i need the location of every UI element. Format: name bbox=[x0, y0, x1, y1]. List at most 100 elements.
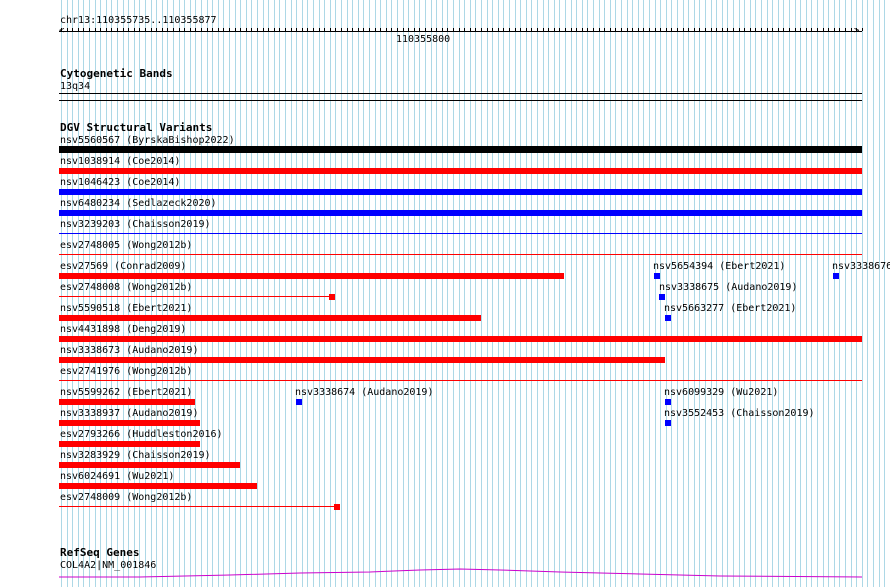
ruler-tick bbox=[386, 28, 387, 31]
ruler-tick bbox=[604, 28, 605, 31]
ruler-tick bbox=[632, 28, 633, 31]
ruler-location: chr13:110355735..110355877 bbox=[60, 15, 217, 26]
ruler-tick bbox=[335, 28, 336, 31]
variant-line-red[interactable] bbox=[59, 296, 332, 297]
ruler-tick bbox=[823, 28, 824, 31]
ruler-tick bbox=[778, 28, 779, 31]
grid-line bbox=[453, 0, 454, 587]
ruler-tick bbox=[257, 28, 258, 31]
ruler-tick bbox=[767, 28, 768, 31]
ruler-tick bbox=[464, 28, 465, 31]
ruler-tick bbox=[162, 28, 163, 31]
grid-line bbox=[828, 0, 829, 587]
ruler-tick bbox=[436, 28, 437, 31]
ruler-axis[interactable] bbox=[59, 31, 862, 32]
grid-line bbox=[319, 0, 320, 587]
ruler-tick bbox=[296, 28, 297, 31]
grid-line bbox=[750, 0, 751, 587]
variant-line-red[interactable] bbox=[59, 380, 862, 381]
grid-line bbox=[352, 0, 353, 587]
ruler-tick bbox=[151, 28, 152, 31]
grid-line bbox=[447, 0, 448, 587]
feature-label: esv2748009 (Wong2012b) bbox=[60, 492, 193, 503]
ruler-tick bbox=[610, 28, 611, 31]
ruler-tick bbox=[492, 28, 493, 31]
grid-line bbox=[716, 0, 717, 587]
feature-label: esv2748008 (Wong2012b) bbox=[60, 282, 193, 293]
grid-line bbox=[856, 0, 857, 587]
variant-bar-black[interactable] bbox=[59, 146, 862, 153]
ruler-tick bbox=[559, 28, 560, 31]
dgv-track-title[interactable]: DGV Structural Variants bbox=[60, 122, 212, 134]
variant-marker-blue[interactable] bbox=[665, 399, 671, 405]
ruler-tick bbox=[167, 28, 168, 31]
variant-line-blue[interactable] bbox=[59, 233, 862, 234]
variant-bar-red[interactable] bbox=[59, 483, 257, 489]
grid-line bbox=[498, 0, 499, 587]
ruler-tick bbox=[811, 28, 812, 31]
feature-label: nsv3552453 (Chaisson2019) bbox=[664, 408, 815, 419]
ruler-tick bbox=[302, 28, 303, 31]
variant-marker-blue[interactable] bbox=[296, 399, 302, 405]
ruler-tick bbox=[268, 28, 269, 31]
variant-bar-red[interactable] bbox=[59, 420, 200, 426]
grid-line bbox=[677, 0, 678, 587]
variant-marker-red[interactable] bbox=[334, 504, 340, 510]
ruler-tick bbox=[447, 28, 448, 31]
grid-line bbox=[800, 0, 801, 587]
variant-bar-red[interactable] bbox=[59, 462, 240, 468]
variant-marker-blue[interactable] bbox=[665, 315, 671, 321]
ruler-tick bbox=[834, 28, 835, 31]
variant-marker-blue[interactable] bbox=[659, 294, 665, 300]
ruler-tick bbox=[408, 28, 409, 31]
ruler-tick bbox=[156, 28, 157, 31]
variant-line-red[interactable] bbox=[59, 506, 337, 507]
grid-line bbox=[291, 0, 292, 587]
ruler-tick bbox=[229, 28, 230, 31]
feature-label: nsv1038914 (Coe2014) bbox=[60, 156, 181, 167]
grid-line bbox=[862, 0, 863, 587]
grid-line bbox=[599, 0, 600, 587]
variant-line-red[interactable] bbox=[59, 254, 862, 255]
grid-line bbox=[201, 0, 202, 587]
refseq-track-title[interactable]: RefSeq Genes bbox=[60, 547, 139, 559]
grid-line bbox=[699, 0, 700, 587]
feature-label: nsv5590518 (Ebert2021) bbox=[60, 303, 193, 314]
variant-marker-red[interactable] bbox=[329, 294, 335, 300]
variant-marker-blue[interactable] bbox=[654, 273, 660, 279]
variant-bar-red[interactable] bbox=[59, 336, 862, 342]
variant-bar-red[interactable] bbox=[59, 399, 195, 405]
ruler-tick bbox=[688, 28, 689, 31]
variant-bar-red[interactable] bbox=[59, 315, 481, 321]
variant-marker-blue[interactable] bbox=[833, 273, 839, 279]
variant-bar-blue[interactable] bbox=[59, 210, 862, 216]
grid-line bbox=[436, 0, 437, 587]
variant-bar-red[interactable] bbox=[59, 357, 665, 363]
grid-line bbox=[610, 0, 611, 587]
feature-label: esv27569 (Conrad2009) bbox=[60, 261, 187, 272]
grid-line bbox=[867, 0, 868, 587]
ruler-center-label: 110355800 bbox=[396, 34, 451, 45]
ruler-tick bbox=[223, 28, 224, 31]
feature-label: nsv6480234 (Sedlazeck2020) bbox=[60, 198, 217, 209]
variant-bar-red[interactable] bbox=[59, 168, 862, 174]
gene-model[interactable] bbox=[0, 566, 890, 580]
grid-line bbox=[688, 0, 689, 587]
variant-bar-blue[interactable] bbox=[59, 189, 862, 195]
ruler-tick bbox=[666, 28, 667, 31]
ruler-tick bbox=[123, 28, 124, 31]
grid-line bbox=[632, 0, 633, 587]
feature-label: nsv5663277 (Ebert2021) bbox=[664, 303, 797, 314]
ruler-tick bbox=[459, 28, 460, 31]
ruler-tick bbox=[358, 28, 359, 31]
variant-bar-red[interactable] bbox=[59, 441, 200, 447]
ruler-tick bbox=[111, 28, 112, 31]
cytoband-bar[interactable] bbox=[59, 93, 862, 94]
ruler-tick bbox=[380, 28, 381, 31]
variant-marker-blue[interactable] bbox=[665, 420, 671, 426]
grid-line bbox=[431, 0, 432, 587]
variant-bar-red[interactable] bbox=[59, 273, 564, 279]
cytoband-track-title[interactable]: Cytogenetic Bands bbox=[60, 68, 173, 80]
ruler-tick bbox=[699, 28, 700, 31]
grid-line bbox=[503, 0, 504, 587]
